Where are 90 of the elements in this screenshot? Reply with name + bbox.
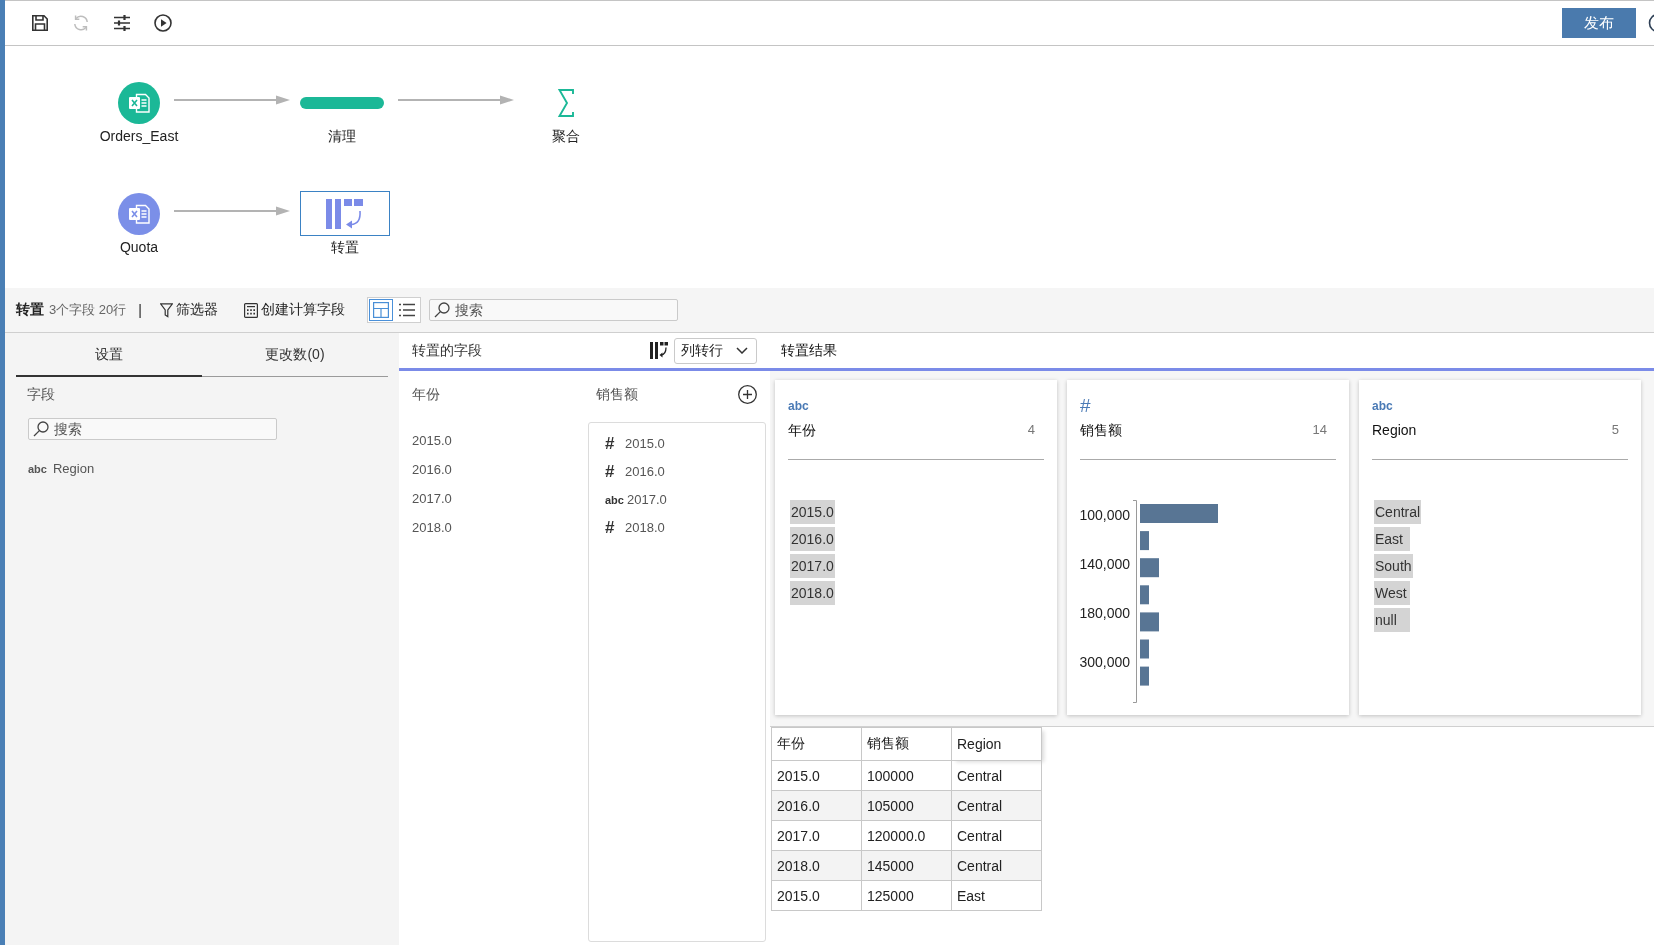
data-type-label: abc <box>1372 398 1393 415</box>
data-type-label: abc <box>28 462 47 477</box>
column-header: 年份 <box>771 727 862 761</box>
add-icon[interactable] <box>738 384 757 404</box>
grid-layout-icon <box>372 302 389 318</box>
field-value[interactable]: 2018.0 <box>625 519 665 537</box>
pivot-name-value: 2018.0 <box>412 519 452 537</box>
separator: | <box>138 302 142 318</box>
field-name[interactable]: Region <box>52 460 95 478</box>
tab[interactable]: 设置 <box>16 334 202 377</box>
profile-value[interactable]: 2017.0 <box>790 554 835 578</box>
distinct-count: 14 <box>1312 421 1327 439</box>
axis-label: 300,000 <box>1079 653 1130 671</box>
list-icon <box>398 303 415 317</box>
sliders-icon[interactable] <box>113 14 131 32</box>
table-cell: 2017.0 <box>771 820 862 851</box>
table-cell: 2018.0 <box>771 850 862 881</box>
play-icon[interactable] <box>154 14 172 32</box>
table-cell: 100000 <box>861 760 952 791</box>
pivot-name-value: 2017.0 <box>412 490 452 508</box>
save-icon[interactable] <box>31 14 49 32</box>
field-value[interactable]: 2017.0 <box>626 491 667 509</box>
table-cell: 2016.0 <box>771 790 862 821</box>
node-label: Orders_East <box>99 127 179 145</box>
table-cell: 105000 <box>861 790 952 821</box>
field-name: 年份 <box>788 421 816 439</box>
axis-label: 140,000 <box>1079 555 1130 573</box>
node-label: 清理 <box>328 127 356 145</box>
column-header: 销售额 <box>861 727 952 761</box>
table-cell: East <box>951 880 1042 911</box>
table-cell: 145000 <box>861 850 952 881</box>
profile-value[interactable]: East <box>1374 527 1410 551</box>
pivot-icon[interactable] <box>650 342 668 359</box>
field-name: 销售额 <box>1080 421 1122 439</box>
pivot-name-value: 2016.0 <box>412 461 452 479</box>
profile-value[interactable]: 2018.0 <box>790 581 835 605</box>
data-type-label: # <box>605 462 616 482</box>
table-cell: Central <box>951 790 1042 821</box>
distinct-count: 5 <box>1611 421 1619 439</box>
profile-value[interactable]: South <box>1374 554 1413 578</box>
step-summary: 3个字段 20行 <box>49 301 127 319</box>
field-value[interactable]: 2015.0 <box>625 435 665 453</box>
profile-value[interactable]: 2016.0 <box>790 527 835 551</box>
panel-title: 转置结果 <box>781 341 837 360</box>
axis-label: 100,000 <box>1079 506 1130 524</box>
spreadsheet-file-icon[interactable] <box>118 192 160 235</box>
pivot-name-value: 2015.0 <box>412 432 452 450</box>
data-type-label: abc <box>605 494 624 506</box>
funnel-icon <box>159 302 173 318</box>
column-heading: 年份 <box>412 385 440 403</box>
data-type-label: # <box>1080 397 1091 415</box>
table-cell: Central <box>951 820 1042 851</box>
table-cell: 120000.0 <box>861 820 952 851</box>
node-label: 转置 <box>331 238 359 256</box>
data-type-label: abc <box>788 398 809 415</box>
field-value[interactable]: 2016.0 <box>625 463 665 481</box>
tab[interactable]: 更改数(0) <box>202 334 388 377</box>
column-heading: 销售额 <box>596 385 638 403</box>
search-field[interactable]: 搜索 <box>428 299 678 321</box>
search-icon <box>33 421 49 437</box>
profile-value[interactable]: 2015.0 <box>790 500 835 524</box>
table-cell: 125000 <box>861 880 952 911</box>
mode-dropdown[interactable]: 列转行 <box>674 337 757 364</box>
data-type-label: # <box>605 518 616 538</box>
calculator-icon <box>243 302 258 318</box>
create-calculation-button[interactable]: 创建计算字段 <box>243 301 345 319</box>
distinct-count: 4 <box>1027 421 1035 439</box>
axis-label: 180,000 <box>1079 604 1130 622</box>
chevron-down-icon <box>736 347 748 354</box>
section-label: 字段 <box>27 385 55 403</box>
table-cell: 2015.0 <box>771 760 862 791</box>
profile-value[interactable]: West <box>1374 581 1410 605</box>
step-title: 转置 <box>16 301 44 319</box>
node-label: Quota <box>119 238 159 256</box>
profile-value[interactable]: Central <box>1374 500 1422 524</box>
step-pill-node[interactable] <box>300 96 384 109</box>
column-header: Region <box>951 727 1042 761</box>
data-type-label: # <box>605 434 616 454</box>
node-label: 聚合 <box>552 127 580 145</box>
field-name: Region <box>1372 421 1417 439</box>
table-cell: 2015.0 <box>771 880 862 911</box>
filter-button[interactable]: 筛选器 <box>159 301 218 319</box>
pivot-node[interactable] <box>300 191 390 236</box>
table-cell: Central <box>951 760 1042 791</box>
panel-title: 转置的字段 <box>412 341 482 360</box>
profile-value[interactable]: null <box>1374 608 1410 632</box>
search-field[interactable]: 搜索 <box>28 418 277 440</box>
table-cell: Central <box>951 850 1042 881</box>
publish-button[interactable]: 发布 <box>1562 8 1636 38</box>
search-icon <box>433 302 450 318</box>
